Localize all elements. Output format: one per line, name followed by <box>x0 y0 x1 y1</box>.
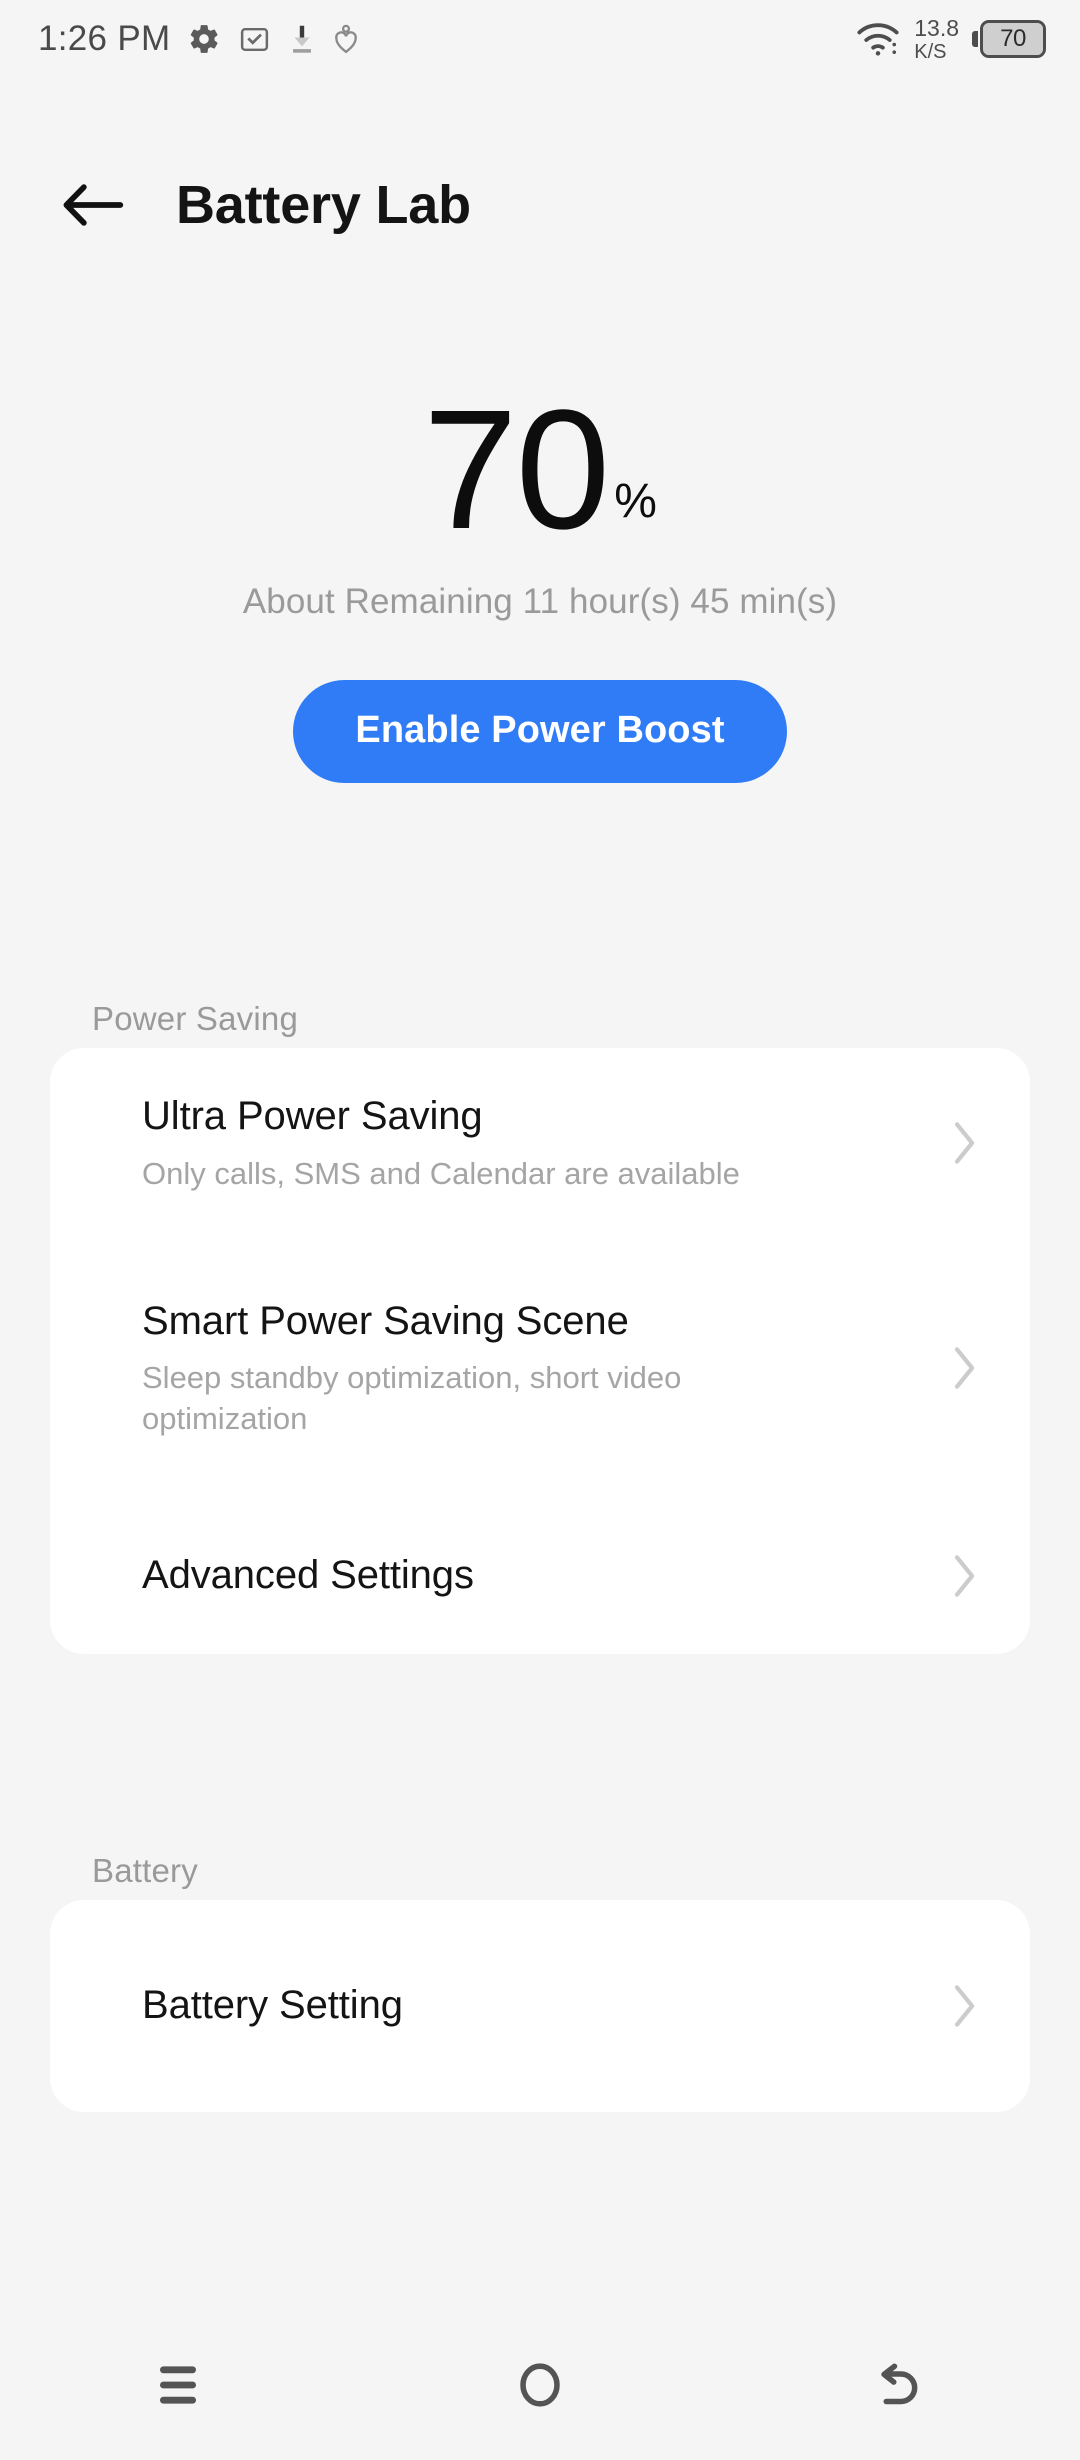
download-icon <box>288 23 316 56</box>
battery-level-text: 70 <box>1000 25 1026 52</box>
android-navigation-bar <box>0 2310 1080 2460</box>
list-item-title: Smart Power Saving Scene <box>142 1299 629 1343</box>
row-text: Advanced Settings <box>142 1550 474 1601</box>
list-item-advanced-settings[interactable]: Advanced Settings <box>50 1498 1030 1654</box>
status-bar-clock: 1:26 PM <box>38 19 171 58</box>
mail-checkbox-icon <box>238 23 271 56</box>
chevron-right-icon <box>948 1548 982 1604</box>
network-speed-unit: K/S <box>914 40 947 63</box>
row-text: Battery Setting <box>142 1980 403 2031</box>
remaining-time-text: About Remaining 11 hour(s) 45 min(s) <box>242 581 838 621</box>
row-text: Ultra Power Saving Only calls, SMS and C… <box>142 1091 740 1194</box>
chevron-right-icon <box>948 1340 982 1396</box>
battery-status-icon: 70 <box>972 20 1046 58</box>
home-circle-icon[interactable] <box>460 2330 620 2440</box>
battery-summary: 70 % About Remaining 11 hour(s) 45 min(s… <box>0 375 1080 783</box>
battery-percent-symbol: % <box>614 474 657 528</box>
battery-lab-screen: 1:26 PM 13.8 K/S 70 Battery Lab 70 % Abo… <box>0 0 1080 2460</box>
list-item-subtitle: Only calls, SMS and Calendar are availab… <box>142 1155 740 1191</box>
back-return-icon[interactable] <box>820 2330 980 2440</box>
enable-power-boost-button[interactable]: Enable Power Boost <box>293 679 787 783</box>
list-item-title: Battery Setting <box>142 1983 403 2028</box>
app-bar: Battery Lab <box>0 150 1080 260</box>
section-header-power-saving: Power Saving <box>92 1000 299 1037</box>
status-bar: 1:26 PM 13.8 K/S 70 <box>0 0 1080 78</box>
back-arrow-icon[interactable] <box>62 178 124 232</box>
battery-percent-value: 70 <box>423 375 610 565</box>
page-title: Battery Lab <box>176 175 471 235</box>
status-bar-right: 13.8 K/S 70 <box>855 14 1046 63</box>
battery-body: 70 <box>980 20 1046 58</box>
list-item-title: Advanced Settings <box>142 1553 474 1598</box>
battery-card: Battery Setting <box>50 1900 1030 2112</box>
battery-percent-display: 70 % <box>0 375 1080 565</box>
network-speed: 13.8 K/S <box>914 14 959 63</box>
list-item-title: Ultra Power Saving <box>142 1094 483 1139</box>
list-item-subtitle: Sleep standby optimization, short video … <box>142 1360 682 1437</box>
chevron-right-icon <box>948 1978 982 2034</box>
list-item-ultra-power-saving[interactable]: Ultra Power Saving Only calls, SMS and C… <box>50 1048 1030 1238</box>
heart-pin-icon <box>333 23 359 56</box>
row-text: Smart Power Saving Scene Sleep standby o… <box>142 1296 782 1440</box>
list-item-smart-power-saving-scene[interactable]: Smart Power Saving Scene Sleep standby o… <box>50 1238 1030 1498</box>
power-saving-card: Ultra Power Saving Only calls, SMS and C… <box>50 1048 1030 1654</box>
status-bar-left: 1:26 PM <box>38 19 359 59</box>
battery-terminal <box>972 31 978 47</box>
section-header-battery: Battery <box>92 1852 198 1889</box>
gear-icon <box>187 22 221 56</box>
menu-recents-icon[interactable] <box>100 2330 260 2440</box>
network-speed-value: 13.8 <box>914 14 959 41</box>
chevron-right-icon <box>948 1115 982 1171</box>
list-item-battery-setting[interactable]: Battery Setting <box>50 1900 1030 2112</box>
wifi-icon <box>855 20 901 58</box>
